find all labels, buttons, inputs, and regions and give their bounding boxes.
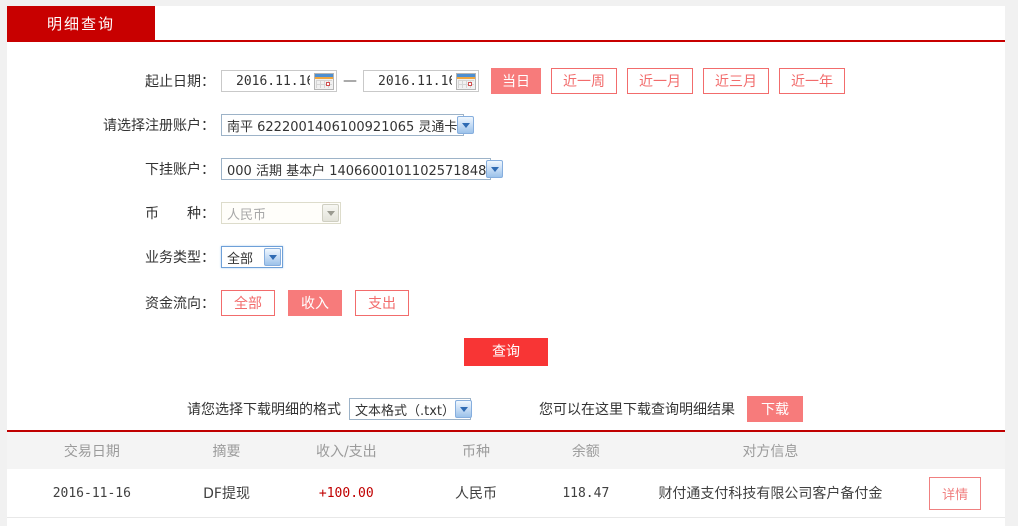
cell-summary: DF提现 xyxy=(177,483,277,503)
sub-account-value: 000 活期 基本户 1406600101102571848 xyxy=(227,160,486,179)
register-account-select[interactable]: 南平 6222001406100921065 灵通卡 xyxy=(221,114,464,136)
end-date-field[interactable] xyxy=(363,70,479,92)
cell-balance: 118.47 xyxy=(536,486,636,501)
query-form: 起止日期： — 当日 近一周 近一月 近三月 近一年 请选择注册账户： 南平 xyxy=(7,42,1005,518)
range-year-button[interactable]: 近一年 xyxy=(779,68,845,94)
chevron-down-icon[interactable] xyxy=(457,116,474,134)
range-today-button[interactable]: 当日 xyxy=(491,68,541,94)
download-hint: 您可以在这里下载查询明细结果 xyxy=(539,399,735,419)
calendar-icon[interactable] xyxy=(314,73,334,90)
chevron-down-icon[interactable] xyxy=(486,160,503,178)
fund-flow-row: 资金流向： 全部 收入 支出 xyxy=(7,290,1005,316)
business-type-row: 业务类型： 全部 xyxy=(7,246,1005,268)
register-account-label: 请选择注册账户： xyxy=(7,115,215,135)
fund-flow-label: 资金流向： xyxy=(7,293,215,313)
header-amount: 收入/支出 xyxy=(276,441,416,461)
chevron-down-icon[interactable] xyxy=(264,248,281,266)
tab-bar: 明细查询 xyxy=(7,6,1005,40)
flow-income-button[interactable]: 收入 xyxy=(288,290,342,316)
date-range-label: 起止日期： xyxy=(7,71,215,91)
query-button[interactable]: 查询 xyxy=(464,338,548,366)
header-trade-date: 交易日期 xyxy=(7,441,177,461)
cell-currency: 人民币 xyxy=(416,483,536,503)
detail-button[interactable]: 详情 xyxy=(929,477,981,510)
header-summary: 摘要 xyxy=(177,441,277,461)
calendar-icon[interactable] xyxy=(456,73,476,90)
date-separator: — xyxy=(343,73,357,89)
currency-select: 人民币 xyxy=(221,202,341,224)
download-format-value: 文本格式（.txt） xyxy=(355,400,455,419)
header-currency: 币种 xyxy=(416,441,536,461)
results-table: 交易日期 摘要 收入/支出 币种 余额 对方信息 2016-11-16 DF提现… xyxy=(7,430,1005,518)
chevron-down-icon xyxy=(322,204,339,222)
header-counterparty: 对方信息 xyxy=(636,441,905,461)
download-button[interactable]: 下载 xyxy=(747,396,803,422)
tab-detail-query[interactable]: 明细查询 xyxy=(7,6,155,40)
chevron-down-icon[interactable] xyxy=(455,400,472,418)
flow-all-button[interactable]: 全部 xyxy=(221,290,275,316)
currency-value: 人民币 xyxy=(227,204,266,223)
calendar-icon-dot xyxy=(468,82,472,86)
business-type-value: 全部 xyxy=(227,248,253,267)
download-format-select[interactable]: 文本格式（.txt） xyxy=(349,398,471,420)
calendar-icon-header xyxy=(315,74,333,79)
end-date-input[interactable] xyxy=(364,71,452,91)
cell-amount: +100.00 xyxy=(276,486,416,501)
register-account-value: 南平 6222001406100921065 灵通卡 xyxy=(227,116,457,135)
table-row: 2016-11-16 DF提现 +100.00 人民币 118.47 财付通支付… xyxy=(7,469,1005,518)
currency-row: 币 种： 人民币 xyxy=(7,202,1005,224)
register-account-row: 请选择注册账户： 南平 6222001406100921065 灵通卡 xyxy=(7,114,1005,136)
table-header-row: 交易日期 摘要 收入/支出 币种 余额 对方信息 xyxy=(7,432,1005,469)
calendar-icon-header xyxy=(457,74,475,79)
business-type-select[interactable]: 全部 xyxy=(221,246,283,268)
range-month-button[interactable]: 近一月 xyxy=(627,68,693,94)
cell-trade-date: 2016-11-16 xyxy=(7,486,177,501)
flow-expense-button[interactable]: 支出 xyxy=(355,290,409,316)
header-balance: 余额 xyxy=(536,441,636,461)
date-range-row: 起止日期： — 当日 近一周 近一月 近三月 近一年 xyxy=(7,70,1005,92)
cell-action: 详情 xyxy=(905,477,1005,510)
download-row: 请您选择下载明细的格式 文本格式（.txt） 您可以在这里下载查询明细结果 下载 xyxy=(7,396,1005,422)
query-button-row: 查询 xyxy=(7,338,1005,366)
cell-counterparty: 财付通支付科技有限公司客户备付金 xyxy=(636,483,905,503)
sub-account-label: 下挂账户： xyxy=(7,159,215,179)
start-date-field[interactable] xyxy=(221,70,337,92)
quick-range-buttons: 当日 近一周 近一月 近三月 近一年 xyxy=(491,68,855,94)
start-date-input[interactable] xyxy=(222,71,310,91)
content-panel: 明细查询 起止日期： — 当日 近一周 近一月 近三月 近一年 xyxy=(7,6,1005,526)
range-quarter-button[interactable]: 近三月 xyxy=(703,68,769,94)
download-format-label: 请您选择下载明细的格式 xyxy=(187,399,341,419)
calendar-icon-dot xyxy=(326,82,330,86)
sub-account-select[interactable]: 000 活期 基本户 1406600101102571848 xyxy=(221,158,491,180)
currency-label: 币 种： xyxy=(7,203,215,223)
range-week-button[interactable]: 近一周 xyxy=(551,68,617,94)
business-type-label: 业务类型： xyxy=(7,247,215,267)
sub-account-row: 下挂账户： 000 活期 基本户 1406600101102571848 xyxy=(7,158,1005,180)
